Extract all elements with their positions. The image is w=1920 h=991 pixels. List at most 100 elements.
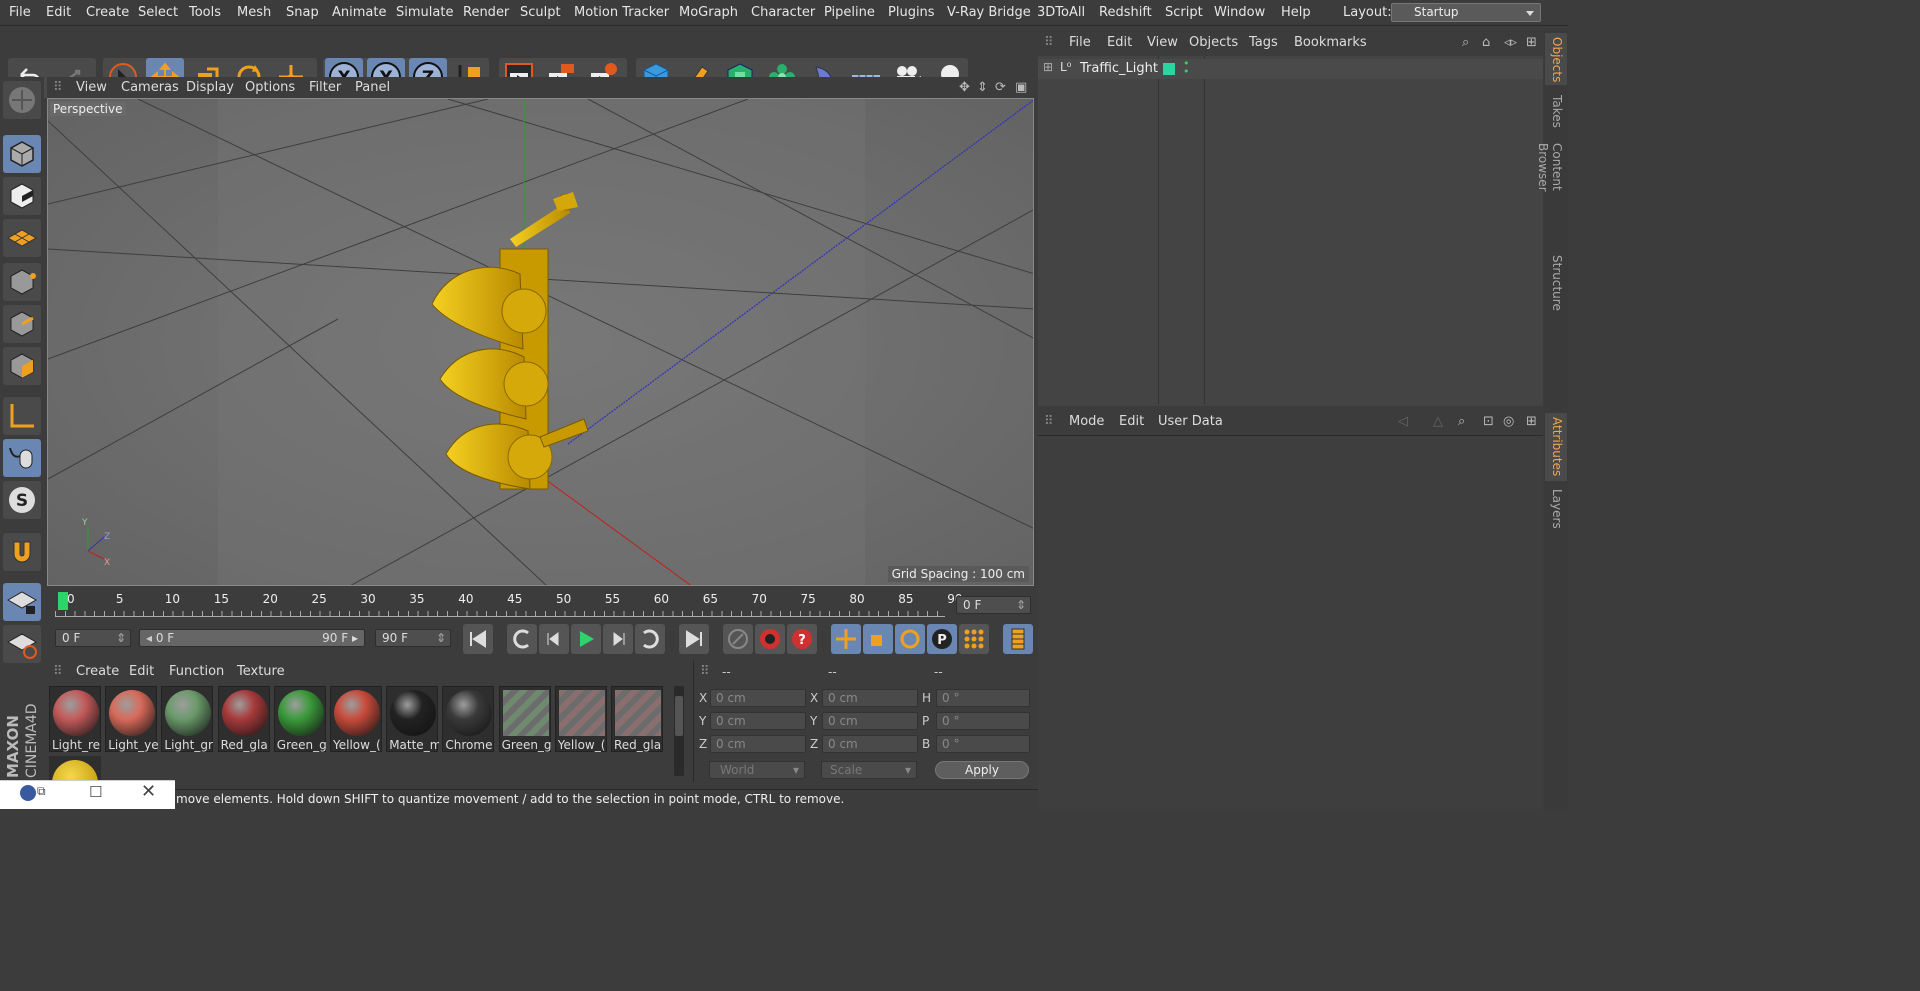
menu-sculpt[interactable]: Sculpt (520, 5, 561, 20)
coord-rot-b-field[interactable]: 0 ° (936, 735, 1030, 753)
key-scale-icon[interactable] (863, 624, 893, 654)
keyframe-selection-icon[interactable]: ? (787, 624, 817, 654)
menu-help[interactable]: Help (1281, 5, 1311, 20)
tab-attributes[interactable]: Attributes (1545, 413, 1567, 481)
menu-mograph[interactable]: MoGraph (679, 5, 738, 20)
menu-tools[interactable]: Tools (189, 5, 221, 20)
viewport-maximize-icon[interactable]: ▣ (1015, 80, 1027, 95)
material-swatch[interactable]: Light_re (49, 686, 101, 752)
tab-structure[interactable]: Structure (1545, 251, 1567, 313)
attr-nav-up-icon[interactable]: △ (1433, 414, 1443, 429)
axis-mode-icon[interactable] (3, 397, 41, 435)
object-menu-tags[interactable]: Tags (1249, 35, 1278, 50)
object-home-icon[interactable]: ⌂ (1482, 35, 1490, 50)
solo-icon[interactable]: S (3, 481, 41, 519)
attr-menu-edit[interactable]: Edit (1119, 414, 1144, 429)
object-menu-view[interactable]: View (1147, 35, 1178, 50)
material-thumbnail-extra[interactable] (49, 756, 101, 782)
model-mode-icon[interactable] (3, 135, 41, 173)
attr-search-icon[interactable]: ⌕ (1458, 414, 1465, 429)
coord-pos-z-field[interactable]: 0 cm (710, 735, 806, 753)
menu-render[interactable]: Render (463, 5, 509, 20)
attr-nav-back-icon[interactable]: ◁ (1398, 414, 1408, 429)
make-editable-icon[interactable] (3, 81, 41, 119)
coord-pos-y-field[interactable]: 0 cm (710, 712, 806, 730)
tab-layers[interactable]: Layers (1545, 485, 1567, 533)
object-menu-objects[interactable]: Objects (1189, 35, 1238, 50)
coord-pos-x-field[interactable]: 0 cm (710, 689, 806, 707)
material-swatch[interactable]: Red_gla (217, 686, 270, 752)
record-keys-icon[interactable] (723, 624, 753, 654)
start-frame-field[interactable]: 0 F ⇕ (55, 629, 131, 647)
tab-content-browser[interactable]: Content Browser (1536, 139, 1567, 247)
workplane-lock-icon[interactable] (3, 583, 41, 621)
menu-motion-tracker[interactable]: Motion Tracker (574, 5, 669, 20)
menu-script[interactable]: Script (1165, 5, 1203, 20)
key-parameter-icon[interactable]: P (927, 624, 957, 654)
layer-color-swatch[interactable] (1163, 63, 1175, 75)
coord-size-z-field[interactable]: 0 cm (822, 735, 918, 753)
previous-frame-icon[interactable] (539, 624, 569, 654)
frame-range-slider[interactable]: ◂ 0 F 90 F ▸ (139, 629, 365, 647)
menu-snap[interactable]: Snap (286, 5, 319, 20)
coord-space-select[interactable]: World ▾ (709, 761, 805, 779)
material-swatch[interactable]: Yellow_( (330, 686, 382, 752)
next-frame-icon[interactable] (603, 624, 633, 654)
key-rotation-icon[interactable] (895, 624, 925, 654)
menu-create[interactable]: Create (86, 5, 129, 20)
coord-mode-select[interactable]: Scale ▾ (821, 761, 917, 779)
material-swatch[interactable]: Yellow_( (554, 686, 607, 752)
tweak-mode-icon[interactable] (3, 439, 41, 477)
menu-select[interactable]: Select (138, 5, 178, 20)
coord-rot-h-field[interactable]: 0 ° (936, 689, 1030, 707)
menu-mesh[interactable]: Mesh (237, 5, 271, 20)
snap-magnet-icon[interactable] (3, 533, 41, 571)
menu-edit[interactable]: Edit (46, 5, 71, 20)
play-icon[interactable] (571, 624, 601, 654)
menu-simulate[interactable]: Simulate (396, 5, 453, 20)
attr-menu-user-data[interactable]: User Data (1158, 414, 1223, 429)
viewport-rotate-icon[interactable]: ⟳ (995, 80, 1006, 95)
material-swatch[interactable]: Red_gla (611, 686, 663, 752)
timeline-film-icon[interactable] (1003, 624, 1033, 654)
menu-animate[interactable]: Animate (332, 5, 386, 20)
coord-size-x-field[interactable]: 0 cm (822, 689, 918, 707)
viewport-menu-panel[interactable]: Panel (355, 80, 390, 95)
object-menu-bookmarks[interactable]: Bookmarks (1294, 35, 1367, 50)
material-swatch[interactable]: Matte_m (386, 686, 439, 752)
auto-keying-icon[interactable] (755, 624, 785, 654)
edges-mode-icon[interactable] (3, 305, 41, 343)
expand-icon[interactable]: ⊞ (1043, 60, 1053, 74)
material-menu-create[interactable]: Create (76, 664, 119, 679)
menu-redshift[interactable]: Redshift (1099, 5, 1152, 20)
previous-key-icon[interactable] (507, 624, 537, 654)
perspective-viewport[interactable]: Y Z X Perspective Grid Spacing : 100 cm (47, 98, 1034, 586)
end-frame-field[interactable]: 90 F ⇕ (375, 629, 451, 647)
viewport-menu-display[interactable]: Display (186, 80, 234, 95)
attr-lock-icon[interactable]: ⊡ (1483, 414, 1494, 429)
texture-mode-icon[interactable] (3, 177, 41, 215)
menu-plugins[interactable]: Plugins (888, 5, 935, 20)
attr-new-panel-icon[interactable]: ⊞ (1526, 414, 1537, 429)
material-swatch[interactable]: Green_g (498, 686, 552, 752)
object-menu-edit[interactable]: Edit (1107, 35, 1132, 50)
material-menu-edit[interactable]: Edit (129, 664, 154, 679)
menu-window[interactable]: Window (1214, 5, 1265, 20)
maximize-icon[interactable]: ☐ (89, 783, 102, 801)
viewport-menu-cameras[interactable]: Cameras (121, 80, 179, 95)
object-row-traffic-light[interactable]: ⊞ L⁰ Traffic_Light • • (1038, 58, 1543, 79)
go-to-start-icon[interactable] (463, 624, 493, 654)
material-scrollbar[interactable] (674, 686, 684, 776)
cinema4d-app-icon[interactable] (20, 785, 36, 801)
viewport-menu-filter[interactable]: Filter (309, 80, 341, 95)
timeline-ruler[interactable]: 0 5 10 15 20 25 30 35 40 45 50 55 60 65 70 75 80 85 90 0 F… (47, 590, 1034, 620)
layout-select[interactable]: Startup (1391, 3, 1541, 22)
attr-target-icon[interactable]: ◎ (1503, 414, 1514, 429)
object-nav-icon[interactable]: ◃▹ (1504, 35, 1517, 50)
object-new-panel-icon[interactable]: ⊞ (1526, 35, 1537, 50)
points-mode-icon[interactable] (3, 263, 41, 301)
material-swatch[interactable]: Light_ye (105, 686, 158, 752)
go-to-end-icon[interactable] (679, 624, 709, 654)
material-menu-texture[interactable]: Texture (237, 664, 285, 679)
next-key-icon[interactable] (635, 624, 665, 654)
